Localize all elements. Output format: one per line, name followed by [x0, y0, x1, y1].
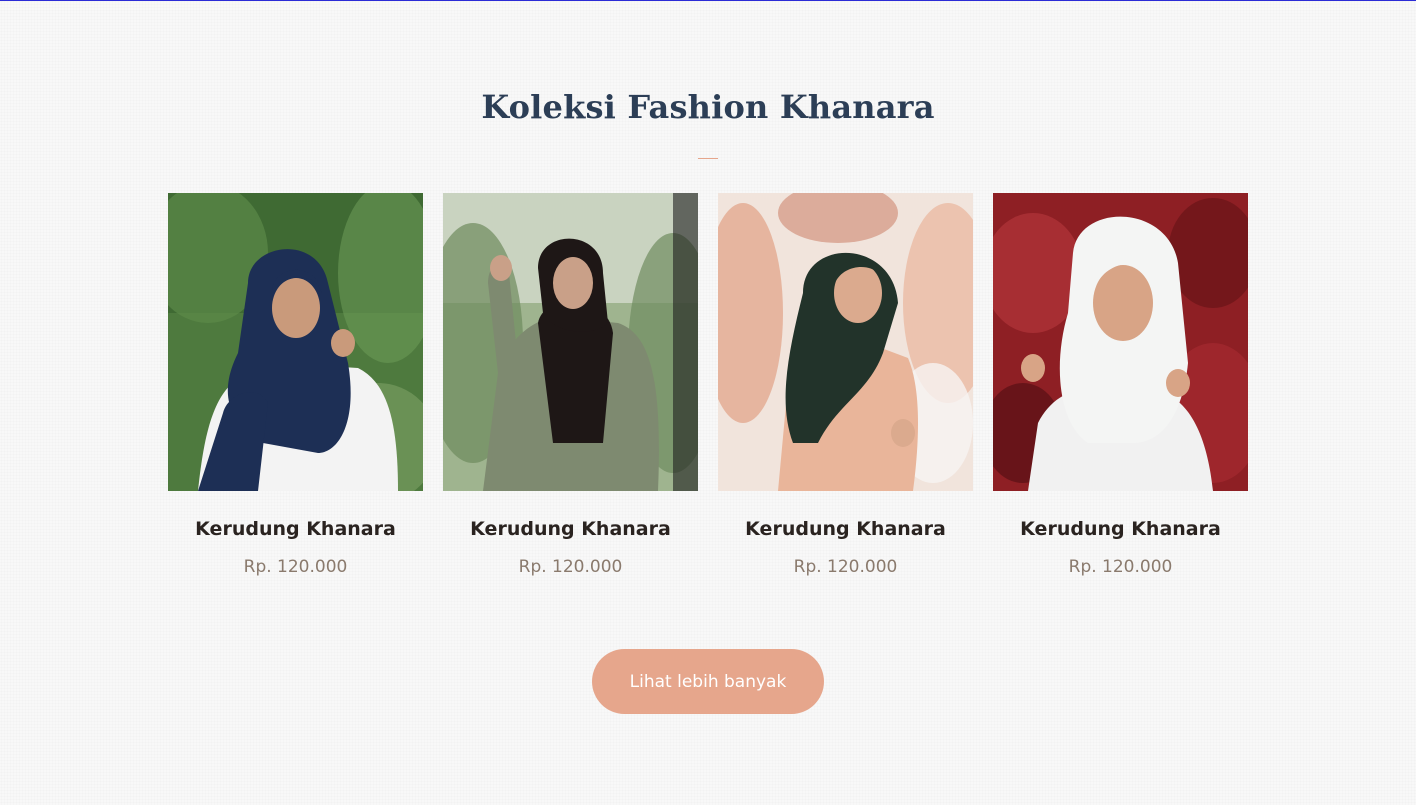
product-name[interactable]: Kerudung Khanara	[443, 517, 698, 541]
top-border	[0, 0, 1416, 1]
product-name[interactable]: Kerudung Khanara	[168, 517, 423, 541]
product-card[interactable]: Kerudung Khanara Rp. 120.000	[168, 193, 423, 577]
product-image[interactable]	[718, 193, 973, 491]
product-image[interactable]	[168, 193, 423, 491]
product-price: Rp. 120.000	[793, 557, 898, 577]
product-card[interactable]: Kerudung Khanara Rp. 120.000	[443, 193, 698, 577]
product-grid: Kerudung Khanara Rp. 120.000 Kerudung Kh…	[168, 193, 1248, 577]
product-name[interactable]: Kerudung Khanara	[993, 517, 1248, 541]
product-price: Rp. 120.000	[518, 557, 623, 577]
product-card[interactable]: Kerudung Khanara Rp. 120.000	[718, 193, 973, 577]
product-price: Rp. 120.000	[243, 557, 348, 577]
product-price: Rp. 120.000	[1068, 557, 1173, 577]
product-name[interactable]: Kerudung Khanara	[718, 517, 973, 541]
product-image[interactable]	[993, 193, 1248, 491]
product-card[interactable]: Kerudung Khanara Rp. 120.000	[993, 193, 1248, 577]
see-more-button[interactable]: Lihat lebih banyak	[592, 649, 824, 714]
product-image[interactable]	[443, 193, 698, 491]
title-divider	[698, 158, 718, 159]
section-title: Koleksi Fashion Khanara	[481, 88, 935, 126]
